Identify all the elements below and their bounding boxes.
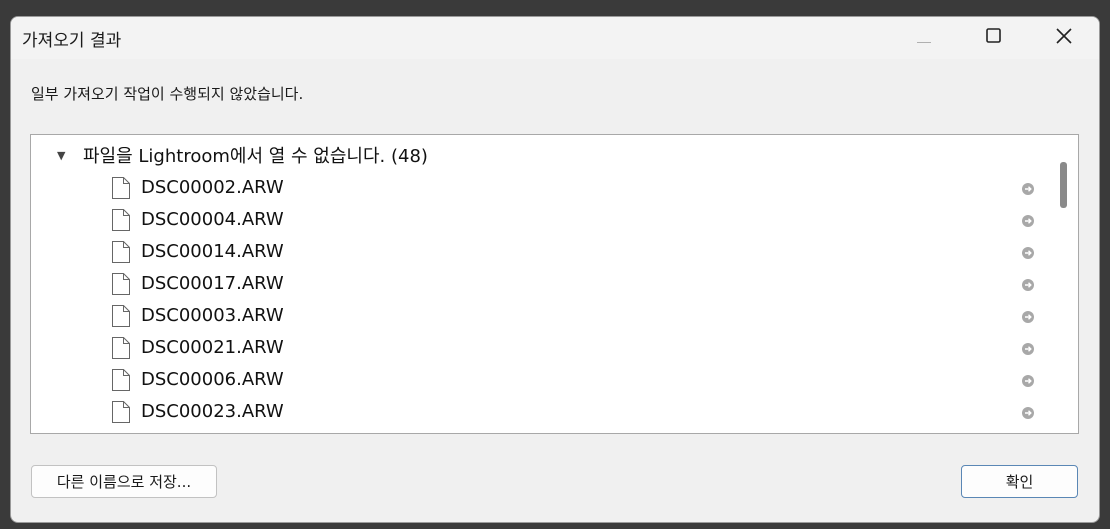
file-name: DSC00006.ARW [141, 369, 284, 390]
document-icon [111, 336, 131, 364]
status-message: 일부 가져오기 작업이 수행되지 않았습니다. [31, 85, 304, 103]
maximize-icon [986, 28, 1002, 48]
results-tree[interactable]: ▼ 파일을 Lightroom에서 열 수 없습니다. (48) DSC0000… [30, 134, 1079, 434]
file-name: DSC00017.ARW [141, 273, 284, 294]
window-title: 가져오기 결과 [22, 31, 122, 51]
file-row[interactable]: DSC00023.ARW [31, 397, 1051, 429]
file-row[interactable]: DSC00006.ARW [31, 365, 1051, 397]
go-to-arrow-icon[interactable] [1021, 213, 1035, 232]
document-icon [111, 272, 131, 300]
vertical-scrollbar[interactable] [1057, 143, 1069, 425]
file-row[interactable]: DSC00003.ARW [31, 301, 1051, 333]
ok-button[interactable]: 확인 [961, 465, 1078, 498]
file-row[interactable]: DSC00017.ARW [31, 269, 1051, 301]
save-as-button[interactable]: 다른 이름으로 저장... [31, 465, 217, 498]
tree-group-header[interactable]: ▼ 파일을 Lightroom에서 열 수 없습니다. (48) [57, 143, 428, 167]
document-icon [111, 368, 131, 396]
file-row[interactable]: DSC00004.ARW [31, 205, 1051, 237]
document-icon [111, 400, 131, 428]
go-to-arrow-icon[interactable] [1021, 341, 1035, 360]
file-name: DSC00004.ARW [141, 209, 284, 230]
file-name: DSC00014.ARW [141, 241, 284, 262]
maximize-button[interactable] [971, 19, 1017, 57]
close-icon [1055, 27, 1073, 49]
file-name: DSC00003.ARW [141, 305, 284, 326]
file-row[interactable]: DSC00002.ARW [31, 173, 1051, 205]
file-name: DSC00002.ARW [141, 177, 284, 198]
document-icon [111, 240, 131, 268]
document-icon [111, 208, 131, 236]
close-button[interactable] [1041, 19, 1087, 57]
go-to-arrow-icon[interactable] [1021, 245, 1035, 264]
file-name: DSC00021.ARW [141, 337, 284, 358]
go-to-arrow-icon[interactable] [1021, 277, 1035, 296]
import-results-dialog: 가져오기 결과 일부 가져오기 작업이 수행되지 않았습니다. ▼ 파일을 Li… [10, 16, 1100, 523]
go-to-arrow-icon[interactable] [1021, 181, 1035, 200]
document-icon [111, 176, 131, 204]
scrollbar-thumb[interactable] [1060, 162, 1067, 208]
file-row[interactable]: DSC00021.ARW [31, 333, 1051, 365]
file-name: DSC00023.ARW [141, 401, 284, 422]
go-to-arrow-icon[interactable] [1021, 405, 1035, 424]
minimize-icon [917, 29, 931, 48]
go-to-arrow-icon[interactable] [1021, 309, 1035, 328]
title-bar: 가져오기 결과 [11, 17, 1099, 59]
minimize-button[interactable] [901, 19, 947, 57]
go-to-arrow-icon[interactable] [1021, 373, 1035, 392]
file-row[interactable]: DSC00014.ARW [31, 237, 1051, 269]
file-list: DSC00002.ARW DSC00004.ARW DSC00014.ARW DSC0… [31, 173, 1051, 429]
document-icon [111, 304, 131, 332]
group-label: 파일을 Lightroom에서 열 수 없습니다. (48) [83, 146, 428, 167]
collapse-triangle-icon[interactable]: ▼ [57, 149, 83, 162]
